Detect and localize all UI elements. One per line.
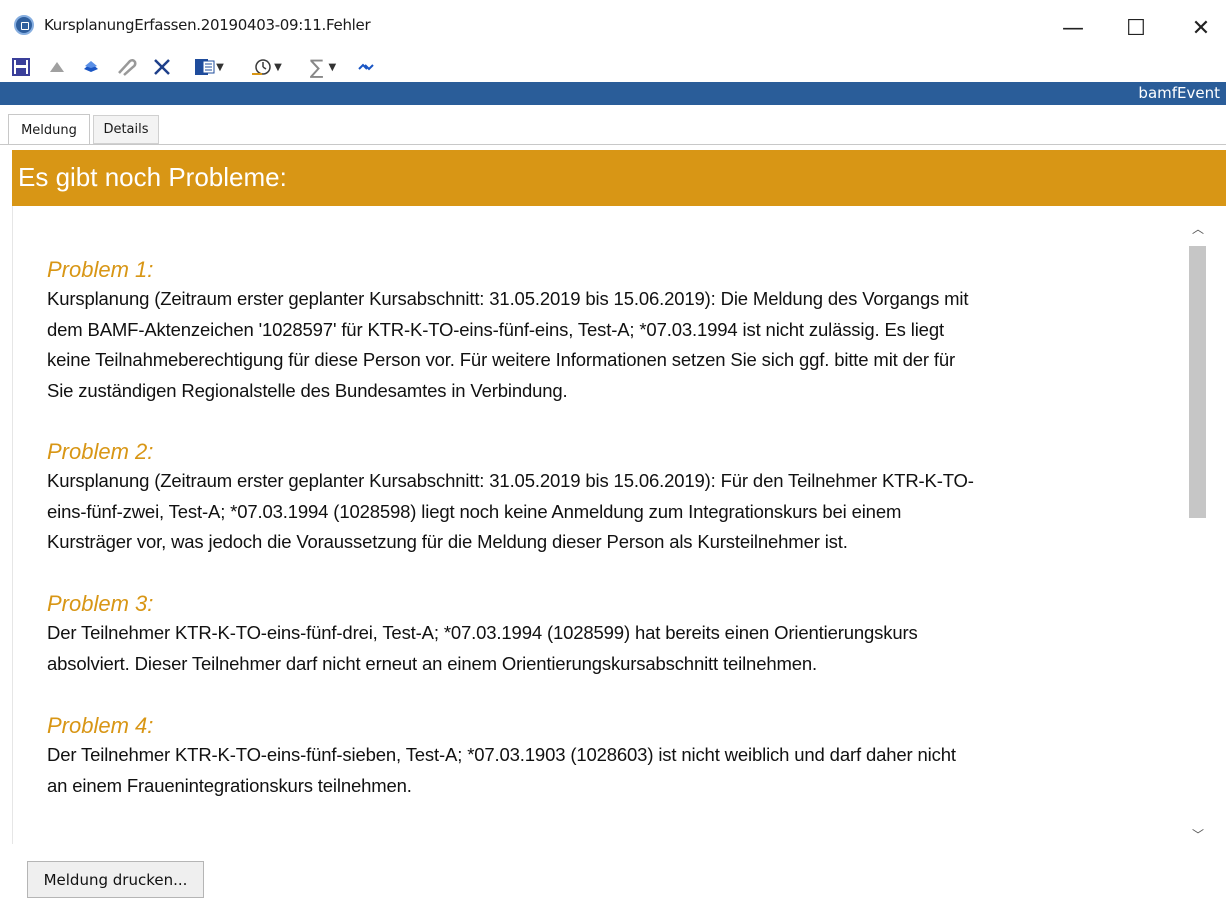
- window-title: KursplanungErfassen.20190403-09:11.Fehle…: [44, 16, 371, 34]
- app-icon: [14, 15, 34, 35]
- problem-title: Problem 3:: [47, 591, 154, 616]
- title-bar: KursplanungErfassen.20190403-09:11.Fehle…: [0, 0, 1226, 52]
- problem-text: Der Teilnehmer KTR-K-TO-eins-fünf-sieben…: [47, 740, 1177, 801]
- scroll-up-icon[interactable]: ︿: [1186, 218, 1210, 238]
- text-line: absolviert. Dieser Teilnehmer darf nicht…: [47, 652, 818, 674]
- delete-icon[interactable]: [150, 54, 174, 80]
- sum-icon[interactable]: ∑ ▼: [300, 54, 346, 80]
- problem-text: Kursplanung (Zeitraum erster geplanter K…: [47, 284, 1177, 406]
- text-line: Sie zuständigen Regionalstelle des Bunde…: [47, 379, 568, 401]
- list-item: Problem 4: Der Teilnehmer KTR-K-TO-eins-…: [47, 712, 1177, 801]
- problem-title: Problem 2:: [47, 439, 154, 464]
- problem-text: Kursplanung (Zeitraum erster geplanter K…: [47, 466, 1177, 558]
- refresh-icon[interactable]: [355, 54, 377, 80]
- list-item: Problem 1: Kursplanung (Zeitraum erster …: [47, 256, 1177, 406]
- chevron-down-icon: ▼: [328, 61, 337, 73]
- problem-header-title: Es gibt noch Probleme:: [18, 162, 287, 192]
- history-icon[interactable]: ▼: [242, 54, 290, 80]
- text-line: Kursplanung (Zeitraum erster geplanter K…: [47, 470, 974, 491]
- text-line: an einem Frauenintegrationskurs teilnehm…: [47, 774, 412, 796]
- banner-label: bamfEvent: [1138, 84, 1220, 102]
- word-export-icon[interactable]: ▼: [186, 54, 232, 80]
- print-report-button[interactable]: Meldung drucken...: [27, 861, 204, 898]
- problem-text: Der Teilnehmer KTR-K-TO-eins-fünf-drei, …: [47, 618, 1177, 679]
- text-line: dem BAMF-Aktenzeichen '1028597' für KTR-…: [47, 318, 944, 340]
- module-banner: bamfEvent: [0, 82, 1226, 105]
- scrollbar-thumb[interactable]: [1189, 246, 1206, 518]
- chevron-down-icon: ▼: [216, 61, 224, 73]
- text-line: Der Teilnehmer KTR-K-TO-eins-fünf-sieben…: [47, 744, 956, 765]
- text-line: Kursplanung (Zeitraum erster geplanter K…: [47, 288, 969, 309]
- arrow-down-icon[interactable]: [80, 54, 102, 80]
- chevron-down-icon: ▼: [274, 61, 282, 73]
- tab-divider: [0, 144, 1226, 145]
- text-line: Kursträger vor, was jedoch die Vorausset…: [47, 531, 848, 552]
- close-button[interactable]: ✕: [1178, 8, 1224, 48]
- problem-title: Problem 1:: [47, 257, 154, 282]
- minimize-button[interactable]: —: [1050, 8, 1096, 48]
- problem-title: Problem 4:: [47, 713, 154, 738]
- list-item: Problem 3: Der Teilnehmer KTR-K-TO-eins-…: [47, 590, 1177, 679]
- vertical-scrollbar[interactable]: ︿ ﹀: [1186, 218, 1210, 844]
- maximize-button[interactable]: ☐: [1113, 8, 1159, 48]
- arrow-up-icon[interactable]: [46, 54, 68, 80]
- attach-icon[interactable]: [113, 54, 139, 80]
- list-item: Problem 2: Kursplanung (Zeitraum erster …: [47, 438, 1177, 558]
- scroll-down-icon[interactable]: ﹀: [1186, 824, 1210, 844]
- toolbar: ▼ ▼ ∑ ▼: [0, 52, 1226, 82]
- text-line: keine Teilnahmeberechtigung für diese Pe…: [47, 349, 956, 370]
- text-line: eins-fünf-zwei, Test-A; *07.03.1994 (102…: [47, 500, 902, 522]
- text-line: Der Teilnehmer KTR-K-TO-eins-fünf-drei, …: [47, 622, 918, 643]
- tab-meldung[interactable]: Meldung: [8, 114, 90, 145]
- tab-bar: Meldung Details: [0, 111, 1226, 145]
- problem-header: Es gibt noch Probleme:: [12, 150, 1226, 206]
- problem-list: Problem 1: Kursplanung (Zeitraum erster …: [12, 206, 1213, 844]
- tab-details[interactable]: Details: [93, 115, 159, 144]
- save-icon[interactable]: [10, 54, 32, 80]
